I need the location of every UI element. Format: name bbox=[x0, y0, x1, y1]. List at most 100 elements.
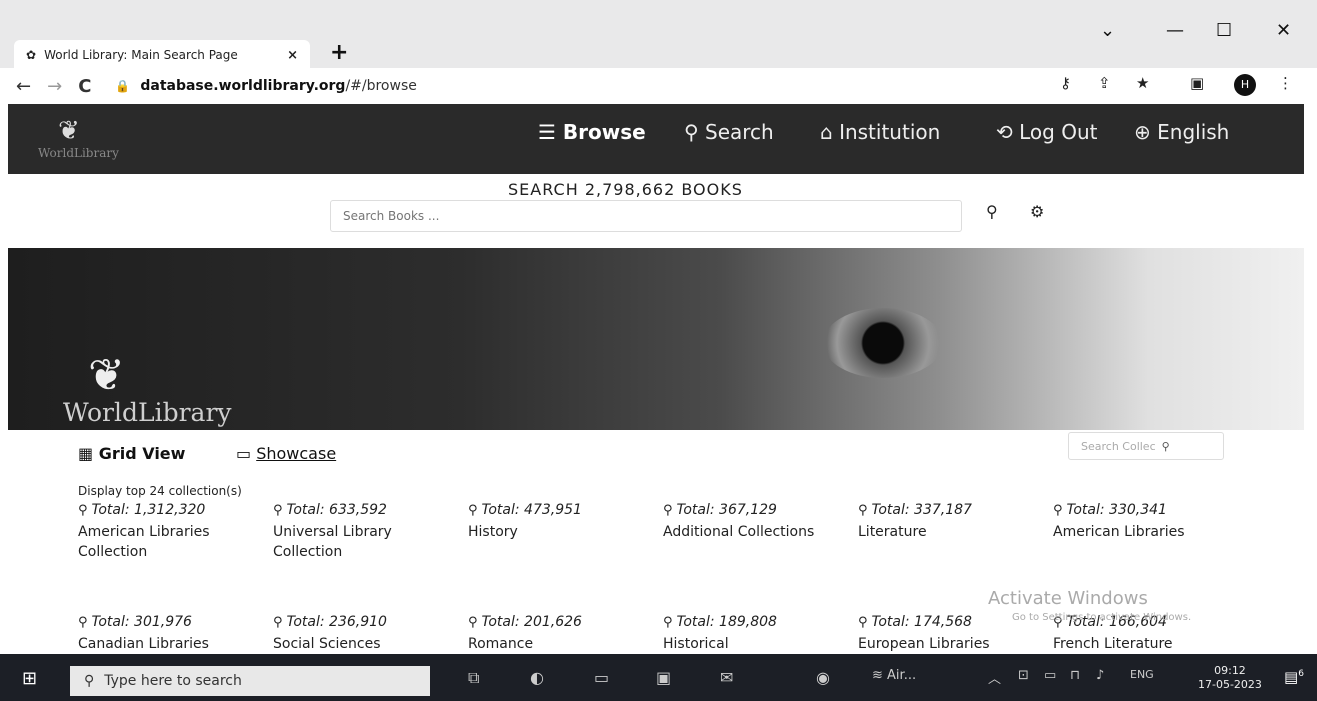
search-icon: ⚲ bbox=[1161, 439, 1170, 453]
collection-total[interactable]: Total: 189,808 bbox=[677, 614, 777, 630]
globe-icon: ⊕ bbox=[1134, 120, 1158, 144]
collection-card[interactable]: ⚲ Total: 189,808 Historical bbox=[663, 614, 849, 654]
collection-name[interactable]: American Libraries bbox=[1053, 522, 1239, 542]
wifi-icon[interactable]: ⊓ bbox=[1070, 668, 1080, 683]
collection-name[interactable]: Canadian Libraries bbox=[78, 634, 264, 654]
collection-card[interactable]: ⚲ Total: 301,976 Canadian Libraries bbox=[78, 614, 264, 654]
collection-card[interactable]: ⚲ Total: 473,951 History bbox=[468, 502, 654, 542]
reload-button[interactable]: C bbox=[78, 76, 91, 97]
activate-windows-subtitle: Go to Settings to activate Windows. bbox=[1012, 612, 1192, 623]
collection-total[interactable]: Total: 473,951 bbox=[482, 502, 582, 518]
collection-total[interactable]: Total: 337,187 bbox=[872, 502, 972, 518]
search-icon: ⚲ bbox=[78, 615, 88, 630]
nav-search[interactable]: ⚲ Search bbox=[684, 120, 774, 144]
notification-center[interactable]: ▤6 bbox=[1284, 668, 1304, 686]
collection-name[interactable]: Literature bbox=[858, 522, 1044, 542]
institution-icon: ⌂ bbox=[820, 120, 840, 144]
collection-total[interactable]: Total: 633,592 bbox=[287, 502, 387, 518]
mail-icon[interactable]: ✉ bbox=[720, 668, 733, 687]
key-icon[interactable]: ⚷ bbox=[1060, 74, 1071, 92]
taskbar-search-box[interactable]: ⚲ Type here to search bbox=[70, 666, 430, 696]
weather-icon: ≋ bbox=[872, 668, 888, 683]
search-icon: ⚲ bbox=[273, 615, 283, 630]
weather-app[interactable]: ≋ Air... bbox=[872, 668, 916, 683]
collection-name[interactable]: Social Sciences bbox=[273, 634, 459, 654]
task-view-icon[interactable]: ⧉ bbox=[468, 668, 479, 688]
display-count-text: Display top 24 collection(s) bbox=[78, 484, 242, 498]
advanced-search-icon[interactable]: ⚙ bbox=[1030, 202, 1044, 221]
collection-total[interactable]: Total: 367,129 bbox=[677, 502, 777, 518]
chrome-icon[interactable]: ◉ bbox=[816, 668, 830, 687]
lock-icon[interactable]: 🔒 bbox=[115, 79, 130, 93]
collection-name[interactable]: Historical bbox=[663, 634, 849, 654]
grid-view-toggle[interactable]: ▦ Grid View bbox=[78, 444, 185, 463]
tab-close-icon[interactable]: × bbox=[287, 48, 298, 63]
back-button[interactable]: ← bbox=[16, 76, 31, 97]
network-icon[interactable]: ⊡ bbox=[1018, 668, 1029, 683]
store-icon[interactable]: ▣ bbox=[656, 668, 671, 687]
collection-name[interactable]: Universal Library Collection bbox=[273, 522, 459, 562]
windows-start-icon[interactable]: ⊞ bbox=[22, 668, 37, 689]
collection-name[interactable]: American Libraries Collection bbox=[78, 522, 264, 562]
collection-name[interactable]: Additional Collections bbox=[663, 522, 849, 542]
nav-language[interactable]: ⊕ English bbox=[1134, 120, 1229, 144]
collection-total[interactable]: Total: 330,341 bbox=[1067, 502, 1167, 518]
search-icon: ⚲ bbox=[468, 503, 478, 518]
activate-windows-title: Activate Windows bbox=[988, 588, 1148, 609]
collection-card[interactable]: ⚲ Total: 367,129 Additional Collections bbox=[663, 502, 849, 542]
browser-tab-bar: ✿ World Library: Main Search Page × + ⌄ … bbox=[0, 0, 1317, 70]
nav-institution[interactable]: ⌂ Institution bbox=[820, 120, 940, 144]
tray-chevron-icon[interactable]: ︿ bbox=[988, 668, 1001, 687]
volume-icon[interactable]: ♪ bbox=[1096, 668, 1104, 683]
site-logo[interactable]: ❦ WorldLibrary bbox=[38, 116, 188, 162]
collection-total[interactable]: Total: 236,910 bbox=[287, 614, 387, 630]
display-icon[interactable]: ▭ bbox=[1044, 668, 1056, 683]
search-icon: ⚲ bbox=[1053, 503, 1063, 518]
browser-tab[interactable]: ✿ World Library: Main Search Page × bbox=[14, 40, 310, 70]
collection-card[interactable]: ⚲ Total: 633,592 Universal Library Collect… bbox=[273, 502, 459, 562]
taskbar-clock[interactable]: 09:12 17-05-2023 bbox=[1198, 664, 1262, 692]
collection-card[interactable]: ⚲ Total: 1,312,320 American Libraries Coll… bbox=[78, 502, 264, 562]
collection-card[interactable]: ⚲ Total: 236,910 Social Sciences bbox=[273, 614, 459, 654]
menu-kebab-icon[interactable]: ⋮ bbox=[1278, 74, 1293, 92]
close-window-button[interactable]: ✕ bbox=[1276, 20, 1291, 41]
nav-browse[interactable]: ☰ Browse bbox=[538, 120, 646, 144]
collection-name[interactable]: French Literature bbox=[1053, 634, 1239, 654]
logo-knot-icon: ❦ bbox=[58, 116, 80, 146]
file-explorer-icon[interactable]: ▭ bbox=[594, 668, 609, 687]
collection-total[interactable]: Total: 301,976 bbox=[92, 614, 192, 630]
hero-banner: ❦ WorldLibrary bbox=[8, 248, 1304, 430]
profile-avatar[interactable]: H bbox=[1234, 74, 1256, 96]
banner-logo-text: WorldLibrary bbox=[63, 398, 232, 427]
language-indicator[interactable]: ENG bbox=[1130, 668, 1154, 681]
edge-browser-icon[interactable]: ◐ bbox=[530, 668, 544, 687]
collection-name[interactable]: European Libraries bbox=[858, 634, 1044, 654]
collection-name[interactable]: Romance bbox=[468, 634, 654, 654]
new-tab-button[interactable]: + bbox=[330, 40, 348, 65]
nav-institution-label: Institution bbox=[839, 120, 941, 144]
collection-total[interactable]: Total: 201,626 bbox=[482, 614, 582, 630]
collection-total[interactable]: Total: 174,568 bbox=[872, 614, 972, 630]
search-books-input[interactable] bbox=[331, 201, 945, 231]
forward-button[interactable]: → bbox=[47, 76, 62, 97]
notification-icon: ▤ bbox=[1284, 668, 1299, 686]
collection-card[interactable]: ⚲ Total: 337,187 Literature bbox=[858, 502, 1044, 542]
url-field[interactable]: database.worldlibrary.org/#/browse bbox=[140, 78, 417, 94]
nav-logout[interactable]: ⟲ Log Out bbox=[996, 120, 1097, 144]
maximize-button[interactable]: ☐ bbox=[1216, 20, 1232, 41]
clock-date: 17-05-2023 bbox=[1198, 678, 1262, 691]
collection-card[interactable]: ⚲ Total: 330,341 American Libraries bbox=[1053, 502, 1239, 542]
collection-card[interactable]: ⚲ Total: 201,626 Romance bbox=[468, 614, 654, 654]
collection-name[interactable]: History bbox=[468, 522, 654, 542]
side-panel-icon[interactable]: ▣ bbox=[1190, 74, 1204, 92]
search-collections-input[interactable]: Search Collec ⚲ bbox=[1068, 432, 1224, 460]
tab-search-chevron-icon[interactable]: ⌄ bbox=[1100, 20, 1115, 41]
share-icon[interactable]: ⇪ bbox=[1098, 74, 1111, 92]
banner-logo-icon: ❦ bbox=[88, 350, 125, 401]
minimize-button[interactable]: — bbox=[1166, 20, 1184, 41]
weather-app-label: Air... bbox=[887, 668, 917, 683]
bookmark-star-icon[interactable]: ★ bbox=[1136, 74, 1149, 92]
showcase-toggle[interactable]: ▭ Showcase bbox=[236, 444, 336, 463]
collection-total[interactable]: Total: 1,312,320 bbox=[92, 502, 206, 518]
search-button-icon[interactable]: ⚲ bbox=[986, 202, 998, 221]
